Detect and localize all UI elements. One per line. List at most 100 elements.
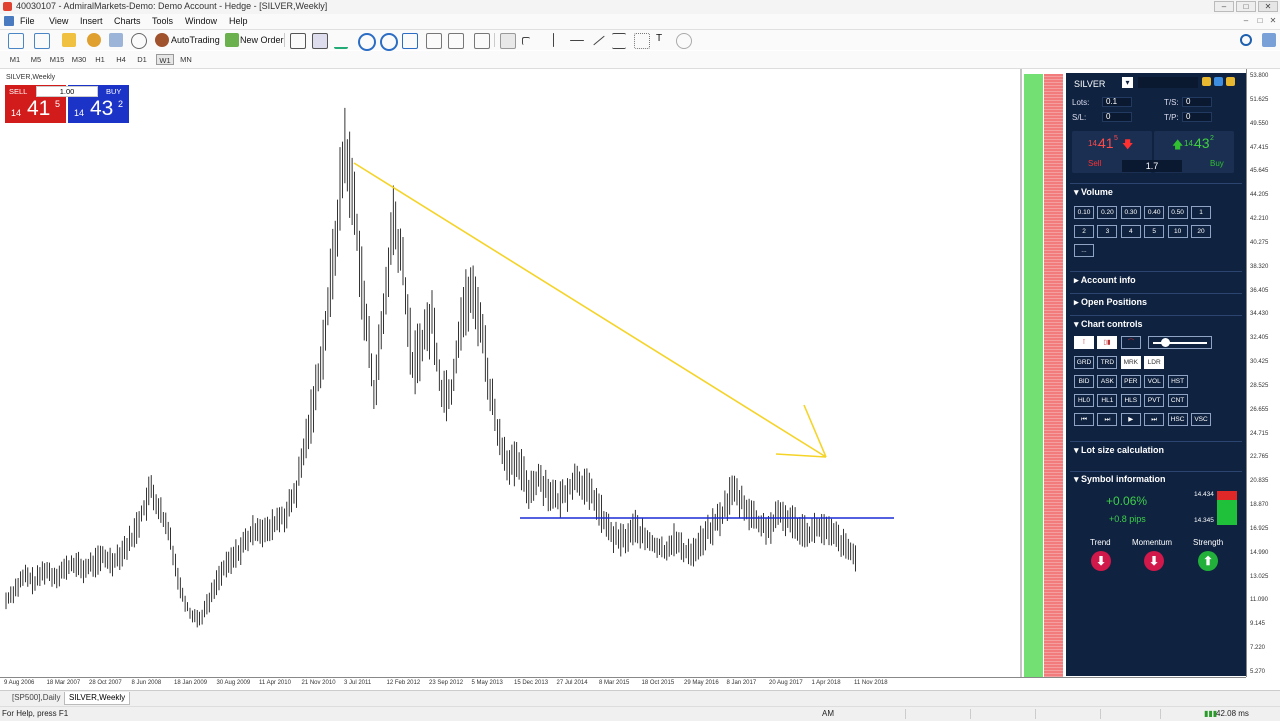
chart-control-button[interactable]: HL1 [1097,394,1118,407]
ts-input[interactable]: 0 [1182,97,1212,107]
tile-windows-icon[interactable] [402,33,418,49]
maximize-button[interactable]: □ [1236,1,1256,12]
symbol-dropdown-icon[interactable]: ▾ [1122,77,1133,88]
price-axis[interactable]: 53.800 51.625 49.550 47.415 45.645 44.205 42.2… [1246,69,1280,677]
zoom-slider[interactable] [1148,336,1212,349]
tf-m15[interactable]: M15 [48,54,66,65]
volume-button[interactable]: 3 [1097,225,1118,238]
chart-control-button[interactable]: PER [1120,375,1141,388]
chart-type-line-icon[interactable]: ⌒ [1121,336,1141,349]
chart-control-button[interactable]: ▶ [1120,413,1141,426]
fibonacci-icon[interactable] [634,33,650,49]
chart-control-button[interactable]: HSC [1167,413,1188,426]
channels-icon[interactable] [612,33,626,49]
tf-h1[interactable]: H1 [92,54,108,65]
layout-icon[interactable] [1226,77,1235,86]
menu-file[interactable]: File [20,16,35,26]
chart-controls-header[interactable]: ▾ Chart controls [1074,319,1143,330]
new-chart-icon[interactable] [8,33,24,49]
chart-control-button[interactable]: MRK [1120,356,1141,369]
menu-charts[interactable]: Charts [114,16,141,26]
tf-h4[interactable]: H4 [113,54,129,65]
minimize-button[interactable]: – [1214,1,1234,12]
chart-control-button[interactable]: ASK [1097,375,1118,388]
info-icon[interactable] [1214,77,1223,86]
lot-size-header[interactable]: ▾ Lot size calculation [1074,445,1164,456]
new-order-button[interactable]: New Order [240,35,284,45]
open-positions-header[interactable]: ▸ Open Positions [1074,297,1147,308]
account-info-header[interactable]: ▸ Account info [1074,275,1136,286]
volume-button[interactable]: 20 [1191,225,1211,238]
autotrading-button[interactable]: AutoTrading [171,35,220,45]
tf-m1[interactable]: M1 [6,54,24,65]
tf-mn[interactable]: MN [177,54,195,65]
volume-button[interactable]: 2 [1074,225,1094,238]
tf-d1[interactable]: D1 [134,54,150,65]
chart-shift-icon[interactable] [426,33,442,49]
chart-control-button[interactable]: HLS [1120,394,1141,407]
menu-view[interactable]: View [49,16,68,26]
volume-button[interactable]: 0.40 [1144,206,1165,219]
close-button[interactable]: ✕ [1258,1,1278,12]
shapes-icon[interactable] [676,33,692,49]
chart-area[interactable]: SILVER,Weekly SELL 14 41 5 BUY 14 43 2 1… [0,69,1022,677]
candlestick-icon[interactable] [312,33,328,49]
chart-control-button[interactable]: LDR [1144,356,1165,369]
volume-button[interactable]: 0.10 [1074,206,1094,219]
chart-control-button[interactable]: VSC [1191,413,1211,426]
cursor-icon[interactable] [500,33,516,49]
mdi-restore-button[interactable]: □ [1255,16,1265,26]
new-order-icon[interactable] [225,33,239,47]
chart-control-button[interactable]: TRD [1097,356,1118,369]
lots-input[interactable]: 0.1 [1102,97,1132,107]
crosshair-icon[interactable] [522,37,530,45]
volume-section-header[interactable]: ▾ Volume [1074,187,1113,198]
chart-control-button[interactable]: PVT [1144,394,1165,407]
tf-m30[interactable]: M30 [69,54,89,65]
mdi-close-button[interactable]: ✕ [1268,16,1278,26]
tab-sp500-daily[interactable]: [SP500],Daily [8,692,64,704]
volume-button[interactable]: ... [1074,244,1094,257]
chart-control-button[interactable]: HST [1167,375,1188,388]
volume-button[interactable]: 5 [1144,225,1165,238]
chart-type-candles-icon[interactable]: ▯▮ [1097,336,1117,349]
price-chart[interactable] [0,69,1022,677]
symbol-search-field[interactable] [1138,77,1198,88]
market-watch-icon[interactable] [62,33,76,47]
horizontal-line-icon[interactable] [570,40,584,41]
periods-icon[interactable] [474,33,490,49]
volume-button[interactable]: 0.30 [1120,206,1141,219]
bar-chart-icon[interactable] [290,33,306,49]
vertical-line-icon[interactable] [553,33,554,47]
volume-button[interactable]: 1 [1191,206,1211,219]
time-axis[interactable]: 9 Aug 2006 18 Mar 2007 28 Oct 2007 8 Jun 20… [0,677,1246,691]
chart-control-button[interactable]: CNT [1167,394,1188,407]
chart-control-button[interactable]: HL0 [1074,394,1094,407]
text-icon[interactable]: T [656,33,662,44]
chart-control-button[interactable]: ⏮ [1074,413,1094,426]
tab-silver-weekly[interactable]: SILVER,Weekly [64,692,131,705]
symbol-info-header[interactable]: ▾ Symbol information [1074,474,1166,485]
chart-control-button[interactable]: ⏭ [1097,413,1118,426]
terminal-icon[interactable] [109,33,123,47]
menu-window[interactable]: Window [185,16,217,26]
line-chart-icon[interactable] [334,33,348,49]
trendline-icon[interactable] [593,35,605,46]
menu-tools[interactable]: Tools [152,16,173,26]
autoscroll-icon[interactable] [448,33,464,49]
menu-insert[interactable]: Insert [80,16,103,26]
zoom-out-icon[interactable] [380,33,398,51]
volume-button[interactable]: 0.50 [1167,206,1188,219]
chat-icon[interactable] [1262,33,1276,47]
tf-m5[interactable]: M5 [27,54,45,65]
slider-handle[interactable] [1161,338,1170,347]
panel-symbol[interactable]: SILVER [1074,79,1105,89]
chart-control-button[interactable]: GRD [1074,356,1094,369]
tf-w1[interactable]: W1 [156,54,174,65]
chart-control-button[interactable]: VOL [1144,375,1165,388]
profiles-icon[interactable] [34,33,50,49]
navigator-icon[interactable] [87,33,101,47]
zoom-in-icon[interactable] [358,33,376,51]
strategy-tester-icon[interactable] [131,33,147,49]
menu-help[interactable]: Help [229,16,248,26]
